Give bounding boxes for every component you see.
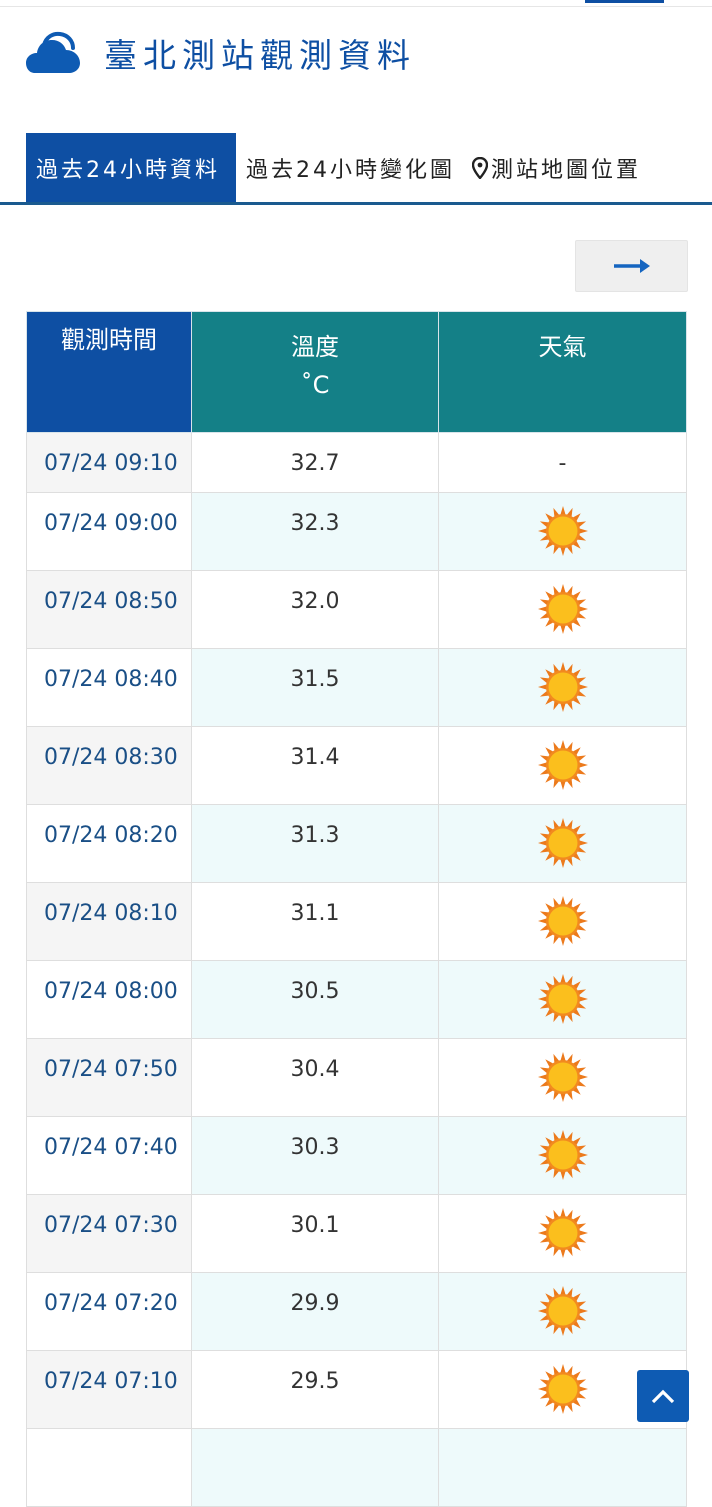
cell-temperature bbox=[191, 1428, 439, 1507]
cell-temperature: 31.1 bbox=[191, 882, 439, 961]
sun-icon bbox=[537, 1208, 588, 1258]
cell-weather bbox=[438, 570, 687, 649]
cell-weather bbox=[438, 1428, 687, 1507]
tab-label: 過去24小時資料 bbox=[36, 157, 220, 183]
cell-weather bbox=[438, 648, 687, 727]
cell-observation-time: 07/24 08:50 bbox=[26, 570, 192, 649]
cell-observation-time: 07/24 07:10 bbox=[26, 1350, 192, 1429]
tab-underline bbox=[0, 202, 712, 205]
cell-temperature: 32.0 bbox=[191, 570, 439, 649]
sun-icon bbox=[537, 1364, 588, 1414]
cell-weather: - bbox=[438, 432, 687, 493]
table-row: 07/24 07:20 29.9 bbox=[26, 1272, 687, 1351]
cell-temperature: 31.5 bbox=[191, 648, 439, 727]
tab-past-24h-data[interactable]: 過去24小時資料 bbox=[26, 133, 236, 202]
sun-icon bbox=[537, 740, 588, 790]
cell-temperature: 31.3 bbox=[191, 804, 439, 883]
cell-observation-time: 07/24 07:20 bbox=[26, 1272, 192, 1351]
cell-observation-time: 07/24 07:30 bbox=[26, 1194, 192, 1273]
tab-label: 測站地圖位置 bbox=[491, 157, 642, 183]
sun-icon bbox=[537, 1286, 588, 1336]
table-row: 07/24 07:40 30.3 bbox=[26, 1116, 687, 1195]
cell-weather bbox=[438, 1272, 687, 1351]
sun-icon bbox=[537, 1052, 588, 1102]
table-row: 07/24 08:10 31.1 bbox=[26, 882, 687, 961]
temperature-unit: ˚C bbox=[300, 371, 330, 399]
table-header-row: 觀測時間 溫度 ˚C 天氣 bbox=[26, 311, 687, 433]
cell-temperature: 31.4 bbox=[191, 726, 439, 805]
chevron-up-icon bbox=[651, 1389, 675, 1404]
observation-table: 觀測時間 溫度 ˚C 天氣 07/24 09:10 32.7-07/24 09:0… bbox=[26, 311, 687, 1507]
header-temperature: 溫度 ˚C bbox=[191, 311, 439, 433]
cell-observation-time: 07/24 08:30 bbox=[26, 726, 192, 805]
cell-weather bbox=[438, 960, 687, 1039]
cell-temperature: 30.4 bbox=[191, 1038, 439, 1117]
table-row: 07/24 08:20 31.3 bbox=[26, 804, 687, 883]
cell-temperature: 29.5 bbox=[191, 1350, 439, 1429]
sun-icon bbox=[537, 896, 588, 946]
header-weather: 天氣 bbox=[438, 311, 687, 433]
cell-weather bbox=[438, 726, 687, 805]
tab-station-map[interactable]: 測站地圖位置 bbox=[464, 133, 641, 202]
back-to-top-button[interactable] bbox=[637, 1370, 689, 1422]
cell-temperature: 30.5 bbox=[191, 960, 439, 1039]
table-row: 07/24 08:50 32.0 bbox=[26, 570, 687, 649]
header-observation-time: 觀測時間 bbox=[26, 311, 192, 433]
sun-icon bbox=[537, 1130, 588, 1180]
table-row: 07/24 08:40 31.5 bbox=[26, 648, 687, 727]
cell-weather bbox=[438, 882, 687, 961]
table-row: 07/24 07:10 29.5 bbox=[26, 1350, 687, 1429]
arrow-right-icon bbox=[613, 259, 650, 273]
cell-observation-time: 07/24 09:00 bbox=[26, 492, 192, 571]
cell-observation-time: 07/24 08:00 bbox=[26, 960, 192, 1039]
cell-observation-time: 07/24 09:10 bbox=[26, 432, 192, 493]
cell-weather bbox=[438, 804, 687, 883]
page-title: 臺北測站觀測資料 bbox=[104, 36, 416, 75]
cell-observation-time bbox=[26, 1428, 192, 1507]
cell-observation-time: 07/24 07:50 bbox=[26, 1038, 192, 1117]
tab-bar: 過去24小時資料 過去24小時變化圖 測站地圖位置 bbox=[26, 133, 641, 202]
cell-weather bbox=[438, 1116, 687, 1195]
sun-icon bbox=[537, 662, 588, 712]
cell-temperature: 32.7 bbox=[191, 432, 439, 493]
cell-observation-time: 07/24 08:10 bbox=[26, 882, 192, 961]
next-page-button[interactable] bbox=[575, 240, 688, 292]
cell-temperature: 32.3 bbox=[191, 492, 439, 571]
cell-observation-time: 07/24 08:40 bbox=[26, 648, 192, 727]
table-row: 07/24 09:10 32.7- bbox=[26, 432, 687, 493]
tab-past-24h-chart[interactable]: 過去24小時變化圖 bbox=[236, 133, 464, 202]
cell-weather bbox=[438, 1038, 687, 1117]
sun-icon bbox=[537, 584, 588, 634]
sun-icon bbox=[537, 818, 588, 868]
page-header: 臺北測站觀測資料 bbox=[26, 28, 416, 78]
table-row: 07/24 09:00 32.3 bbox=[26, 492, 687, 571]
cell-observation-time: 07/24 07:40 bbox=[26, 1116, 192, 1195]
cloud-icon bbox=[26, 31, 80, 73]
cell-temperature: 30.1 bbox=[191, 1194, 439, 1273]
table-row: 07/24 07:50 30.4 bbox=[26, 1038, 687, 1117]
table-row: 07/24 08:00 30.5 bbox=[26, 960, 687, 1039]
cell-weather bbox=[438, 492, 687, 571]
cell-temperature: 29.9 bbox=[191, 1272, 439, 1351]
sun-icon bbox=[537, 506, 588, 556]
table-row: 07/24 07:30 30.1 bbox=[26, 1194, 687, 1273]
map-pin-icon bbox=[472, 156, 488, 179]
table-row: 07/24 08:30 31.4 bbox=[26, 726, 687, 805]
cell-temperature: 30.3 bbox=[191, 1116, 439, 1195]
cell-weather bbox=[438, 1194, 687, 1273]
tab-label: 過去24小時變化圖 bbox=[246, 157, 455, 183]
sun-icon bbox=[537, 974, 588, 1024]
top-divider bbox=[0, 6, 712, 7]
table-row bbox=[26, 1428, 687, 1507]
cell-observation-time: 07/24 08:20 bbox=[26, 804, 192, 883]
top-accent-bar bbox=[585, 0, 664, 3]
